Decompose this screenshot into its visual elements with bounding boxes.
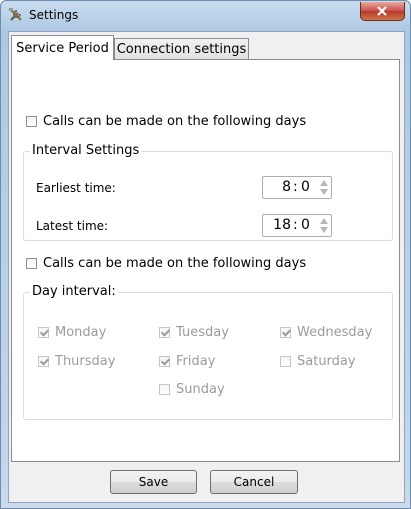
checkbox[interactable] <box>38 327 49 338</box>
title-bar[interactable]: Settings <box>1 1 410 31</box>
close-icon <box>377 6 387 16</box>
day-interval-group: Day interval: Monday Tuesday Wednesday T… <box>23 284 393 420</box>
time-separator: : <box>293 179 298 195</box>
close-button[interactable] <box>360 2 405 21</box>
day-checkbox-sunday[interactable]: Sunday <box>159 382 225 397</box>
calls-days-checkbox-2[interactable]: Calls can be made on the following days <box>26 256 306 271</box>
checkbox[interactable] <box>38 356 49 367</box>
checkbox[interactable] <box>280 356 291 367</box>
checkbox[interactable] <box>280 327 291 338</box>
day-checkbox-saturday[interactable]: Saturday <box>280 354 356 369</box>
day-checkbox-friday[interactable]: Friday <box>159 354 215 369</box>
interval-settings-group: Interval Settings Earliest time: 8 : 0 L… <box>23 143 393 241</box>
day-label: Thursday <box>55 354 116 369</box>
day-label: Monday <box>55 325 107 340</box>
day-label: Wednesday <box>297 325 373 340</box>
calls-days-label: Calls can be made on the following days <box>43 114 307 129</box>
latest-hour: 18 <box>273 217 291 233</box>
earliest-time-input[interactable]: 8 : 0 <box>262 176 332 199</box>
day-checkbox-monday[interactable]: Monday <box>38 325 106 340</box>
window-title: Settings <box>29 8 79 22</box>
tab-connection-settings[interactable]: Connection settings <box>114 38 249 60</box>
day-label: Tuesday <box>176 325 229 340</box>
tab-service-period[interactable]: Service Period <box>11 35 114 60</box>
service-period-panel: Calls can be made on the following days … <box>11 59 400 462</box>
day-label: Friday <box>176 354 216 369</box>
day-label: Sunday <box>176 382 225 397</box>
latest-time-label: Latest time: <box>36 219 109 233</box>
day-label: Saturday <box>297 354 356 369</box>
spinner-arrows-icon[interactable] <box>319 217 329 234</box>
earliest-time-label: Earliest time: <box>36 181 116 195</box>
checkbox[interactable] <box>159 327 170 338</box>
day-checkbox-wednesday[interactable]: Wednesday <box>280 325 372 340</box>
settings-window: Settings Service Period Connection setti… <box>0 0 411 509</box>
latest-minute: 0 <box>301 217 310 233</box>
calls-days-checkbox-1[interactable]: Calls can be made on the following days <box>26 114 306 129</box>
time-separator: : <box>293 217 298 233</box>
tools-icon <box>9 8 22 21</box>
day-interval-title: Day interval: <box>30 284 118 299</box>
spinner-arrows-icon[interactable] <box>319 179 329 196</box>
checkbox[interactable] <box>159 384 170 395</box>
calls-days-label: Calls can be made on the following days <box>43 256 307 271</box>
cancel-button[interactable]: Cancel <box>210 470 298 494</box>
day-checkbox-tuesday[interactable]: Tuesday <box>159 325 229 340</box>
earliest-hour: 8 <box>282 179 291 195</box>
dialog-client-area: Service Period Connection settings Calls… <box>8 31 405 503</box>
day-checkbox-thursday[interactable]: Thursday <box>38 354 115 369</box>
checkbox[interactable] <box>159 356 170 367</box>
save-button[interactable]: Save <box>110 470 197 494</box>
dialog-footer: Save Cancel <box>9 462 404 502</box>
earliest-minute: 0 <box>301 179 310 195</box>
checkbox[interactable] <box>26 258 37 269</box>
interval-settings-title: Interval Settings <box>30 143 142 158</box>
checkbox[interactable] <box>26 116 37 127</box>
latest-time-input[interactable]: 18 : 0 <box>262 214 332 237</box>
